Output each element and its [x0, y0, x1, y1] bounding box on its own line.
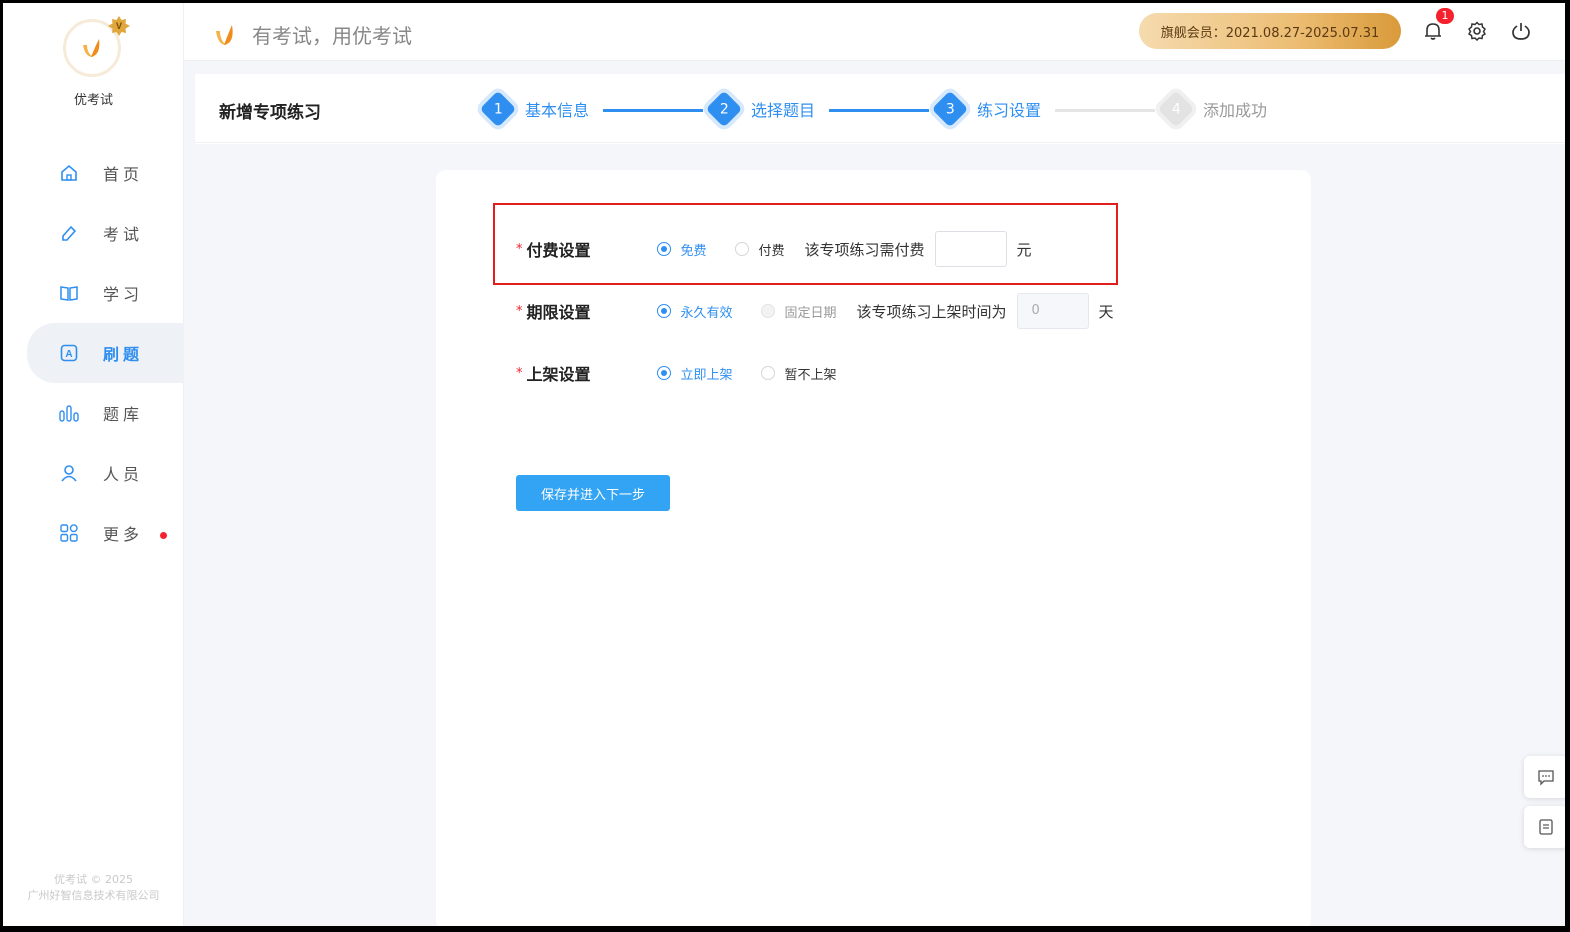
document-help-button[interactable]	[1524, 806, 1565, 848]
step-4: 4 添加成功	[1157, 90, 1268, 128]
question-bank-icon	[59, 403, 79, 423]
duration-prefix-text: 该专项练习上架时间为	[856, 302, 1007, 321]
radio-label: 固定日期	[784, 305, 837, 321]
sidebar-item-study[interactable]: 学习	[3, 263, 184, 323]
book-icon	[59, 283, 79, 303]
step-label: 练习设置	[977, 101, 1042, 120]
period-setting-label: 期限设置	[526, 303, 591, 322]
sidebar-item-home[interactable]: 首页	[3, 143, 184, 203]
step-label: 添加成功	[1203, 101, 1268, 120]
radio-dot	[656, 366, 671, 380]
page-title: 新增专项练习	[219, 103, 321, 123]
step-number: 4	[1171, 100, 1181, 117]
required-mark: *	[516, 303, 523, 319]
listing-immediate-radio[interactable]: 立即上架	[656, 364, 733, 383]
svg-text:V: V	[116, 21, 122, 31]
exam-icon	[59, 223, 79, 243]
brand-flame-icon	[216, 24, 233, 45]
step-3-marker: 3	[931, 90, 969, 128]
step-number: 2	[719, 100, 729, 117]
sidebar-item-label: 更多	[103, 525, 144, 544]
user-icon	[59, 463, 79, 483]
copyright: 优考试 © 2025 广州好智信息技术有限公司	[3, 872, 184, 904]
copyright-line: 优考试 © 2025	[54, 873, 133, 886]
duration-days-input[interactable]: 0	[1016, 293, 1089, 329]
chat-support-button[interactable]	[1524, 756, 1565, 798]
brand-flame-icon	[83, 39, 100, 57]
main-card: 新增专项练习 1 基本信息 2 选择题目 3 练习设置 4 添加成功 * 付费设…	[195, 74, 1565, 926]
radio-dot	[656, 304, 671, 318]
sidebar-item-label: 学习	[103, 285, 144, 304]
sidebar-item-question-bank[interactable]: 题库	[3, 383, 184, 443]
step-1: 1 基本信息	[479, 90, 590, 128]
header-brand: 有考试，用优考试	[214, 20, 412, 49]
svg-text:A: A	[65, 349, 72, 360]
logo[interactable]: V	[63, 16, 130, 79]
radio-label: 永久有效	[680, 305, 733, 321]
radio-dot	[760, 366, 775, 380]
radio-dot	[760, 304, 775, 318]
card-header: 新增专项练习 1 基本信息 2 选择题目 3 练习设置 4 添加成功	[195, 74, 1565, 143]
step-number: 1	[493, 100, 503, 117]
sidebar-item-label: 首页	[103, 165, 144, 184]
step-label: 基本信息	[525, 101, 590, 120]
top-header: 有考试，用优考试 旗舰会员：2021.08.27-2025.07.31 1	[184, 3, 1565, 61]
chat-icon	[1538, 770, 1554, 786]
sidebar-item-exam[interactable]: 考试	[3, 203, 184, 263]
step-number: 3	[945, 100, 955, 117]
radio-label: 暂不上架	[784, 367, 837, 383]
period-permanent-radio[interactable]: 永久有效	[656, 302, 733, 321]
sidebar-item-practice[interactable]: A 刷题	[27, 323, 184, 383]
practice-icon: A	[59, 343, 79, 363]
required-mark: *	[516, 365, 523, 381]
app-name: 优考试	[73, 93, 113, 108]
listing-later-radio[interactable]: 暂不上架	[760, 364, 837, 383]
step-3: 3 练习设置	[931, 90, 1042, 128]
sidebar-item-more[interactable]: 更多	[3, 503, 184, 563]
step-2: 2 选择题目	[705, 90, 816, 128]
duration-unit: 天	[1098, 302, 1114, 321]
listing-setting-row: * 上架设置 立即上架 暂不上架	[516, 353, 865, 393]
power-logout-icon[interactable]	[1510, 20, 1532, 42]
home-icon	[59, 163, 79, 183]
app-window: V 优考试 首页 考试 学习 A 刷题 题库 人员 更多 优考试 © 2025 …	[3, 3, 1565, 926]
step-connector	[829, 109, 929, 112]
sidebar-item-users[interactable]: 人员	[3, 443, 184, 503]
apps-icon	[59, 523, 79, 543]
sidebar-item-label: 题库	[103, 405, 144, 424]
period-setting-row: * 期限设置 永久有效 固定日期 该专项练习上架时间为 0 天	[516, 291, 1114, 331]
step-label: 选择题目	[751, 101, 816, 120]
new-indicator-dot	[160, 532, 167, 539]
step-connector	[1055, 109, 1155, 112]
settings-gear-icon[interactable]	[1466, 20, 1488, 42]
listing-setting-label: 上架设置	[526, 365, 591, 384]
sidebar-item-label: 刷题	[103, 345, 144, 364]
company-name: 广州好智信息技术有限公司	[27, 889, 160, 902]
save-and-next-button[interactable]: 保存并进入下一步	[516, 475, 670, 511]
highlight-annotation-box	[493, 203, 1118, 285]
step-connector	[603, 109, 703, 112]
vip-crown-icon: V	[108, 16, 130, 36]
notification-count-badge: 1	[1436, 8, 1454, 24]
step-4-marker: 4	[1157, 90, 1195, 128]
radio-label: 立即上架	[680, 367, 733, 383]
step-1-marker: 1	[479, 90, 517, 128]
step-2-marker: 2	[705, 90, 743, 128]
sidebar-nav: 首页 考试 学习 A 刷题 题库 人员 更多	[3, 143, 184, 563]
period-fixed-date-radio[interactable]: 固定日期	[760, 302, 837, 321]
vip-membership-badge[interactable]: 旗舰会员：2021.08.27-2025.07.31	[1139, 13, 1401, 49]
document-icon	[1539, 819, 1553, 835]
sidebar-item-label: 人员	[103, 465, 144, 484]
sidebar-item-label: 考试	[103, 225, 144, 244]
sidebar: V 优考试 首页 考试 学习 A 刷题 题库 人员 更多 优考试 © 2025 …	[3, 3, 184, 926]
header-slogan: 有考试，用优考试	[252, 24, 412, 48]
